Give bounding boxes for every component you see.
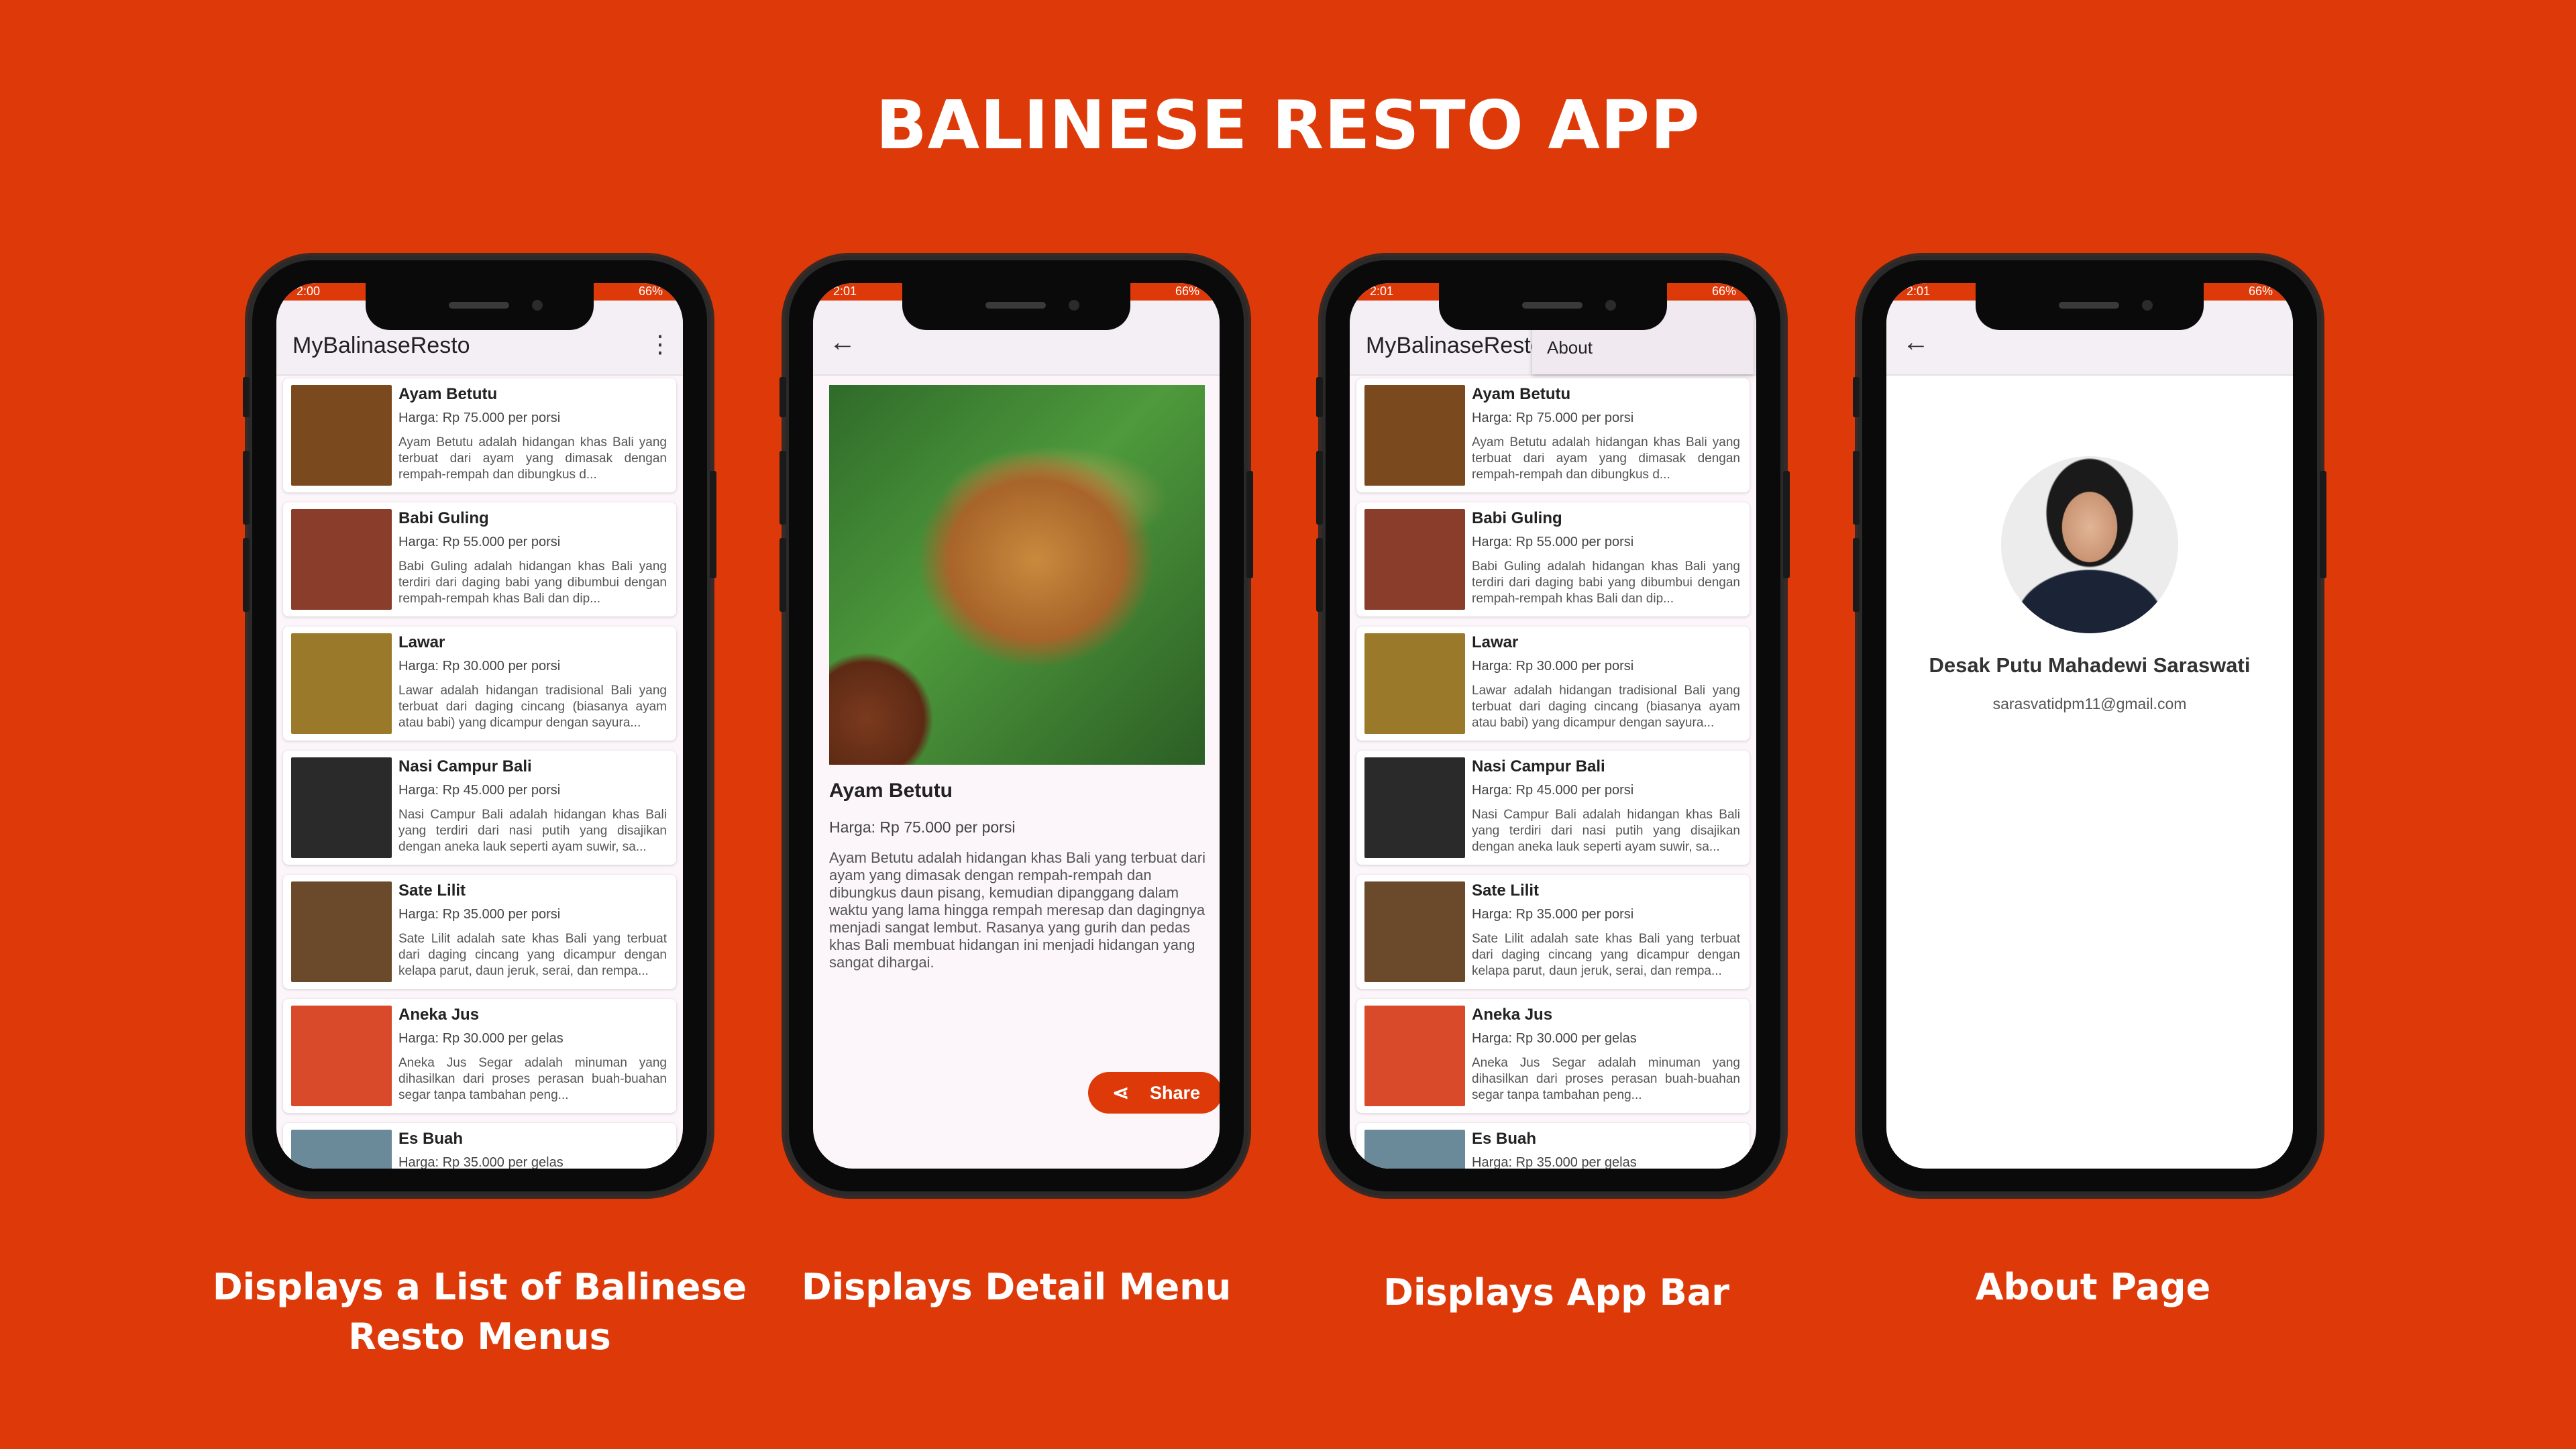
list-item[interactable]: Nasi Campur Bali Harga: Rp 45.000 per por… <box>1356 751 1750 865</box>
camera-notch <box>902 283 1130 330</box>
caption-appbar: Displays App Bar <box>1383 1271 1729 1313</box>
food-thumbnail <box>291 1130 392 1169</box>
caption-detail: Displays Detail Menu <box>801 1266 1232 1308</box>
list-item[interactable]: Aneka Jus Harga: Rp 30.000 per gelas Aneka… <box>1356 999 1750 1113</box>
camera-notch <box>1976 283 2204 330</box>
appbar-screen: 2:01 66% MyBalinaseResto About Ayam Betu… <box>1350 283 1756 1169</box>
food-thumbnail <box>291 385 392 486</box>
status-time: 2:01 <box>1370 284 1394 298</box>
list-item[interactable]: Aneka Jus Harga: Rp 30.000 per gelas Aneka… <box>283 999 676 1113</box>
detail-food-image <box>829 385 1205 765</box>
app-title: MyBalinaseResto <box>1366 333 1544 358</box>
list-item[interactable]: Lawar Harga: Rp 30.000 per porsi Lawar ada… <box>283 627 676 741</box>
food-thumbnail <box>291 881 392 982</box>
back-arrow-icon[interactable]: ← <box>829 327 856 358</box>
food-thumbnail <box>1364 509 1465 610</box>
overflow-menu-icon[interactable]: ⋮ <box>648 330 672 358</box>
menu-list[interactable]: Ayam Betutu Harga: Rp 75.000 per porsi Aya… <box>283 378 676 1169</box>
list-item[interactable]: Babi Guling Harga: Rp 55.000 per porsi Bab… <box>283 502 676 616</box>
battery-level: 66% <box>1175 284 1199 298</box>
camera-notch <box>1439 283 1667 330</box>
list-item[interactable]: Ayam Betutu Harga: Rp 75.000 per porsi Aya… <box>283 378 676 492</box>
detail-screen: 2:01 66% ← Ayam Betutu Harga: Rp 75.000 … <box>813 283 1220 1169</box>
caption-about: About Page <box>1975 1266 2211 1308</box>
food-thumbnail <box>291 509 392 610</box>
list-item[interactable]: Babi Guling Harga: Rp 55.000 per porsi Bab… <box>1356 502 1750 616</box>
list-item[interactable]: Es Buah Harga: Rp 35.000 per gelas <box>283 1123 676 1169</box>
phone-detail: 2:01 66% ← Ayam Betutu Harga: Rp 75.000 … <box>780 256 1253 1195</box>
list-item[interactable]: Sate Lilit Harga: Rp 35.000 per porsi Sate… <box>283 875 676 989</box>
share-button[interactable]: ⋖ Share <box>1088 1072 1220 1114</box>
back-arrow-icon[interactable]: ← <box>1902 327 1929 358</box>
food-thumbnail <box>291 633 392 734</box>
food-thumbnail <box>1364 1006 1465 1106</box>
status-time: 2:00 <box>297 284 321 298</box>
menu-list[interactable]: Ayam Betutu Harga: Rp 75.000 per porsi Aya… <box>1356 378 1750 1169</box>
share-icon: ⋖ <box>1112 1082 1130 1104</box>
phone-list: 2:00 66% MyBalinaseResto ⋮ Ayam Betutu Ha… <box>243 256 716 1195</box>
about-screen: 2:01 66% ← Desak Putu Mahadewi Saraswati… <box>1886 283 2293 1169</box>
food-thumbnail <box>1364 633 1465 734</box>
status-time: 2:01 <box>1907 284 1931 298</box>
list-item[interactable]: Es Buah Harga: Rp 35.000 per gelas <box>1356 1123 1750 1169</box>
battery-level: 66% <box>2248 284 2273 298</box>
battery-level: 66% <box>638 284 663 298</box>
page-title: BALINESE RESTO APP <box>875 86 1701 164</box>
food-thumbnail <box>1364 385 1465 486</box>
phone-appbar: 2:01 66% MyBalinaseResto About Ayam Betu… <box>1316 256 1790 1195</box>
food-thumbnail <box>291 1006 392 1106</box>
list-item[interactable]: Ayam Betutu Harga: Rp 75.000 per porsi Aya… <box>1356 378 1750 492</box>
status-time: 2:01 <box>833 284 857 298</box>
menu-item-about[interactable]: About <box>1547 337 1593 358</box>
detail-price: Harga: Rp 75.000 per porsi <box>829 818 1016 836</box>
list-item[interactable]: Nasi Campur Bali Harga: Rp 45.000 per por… <box>283 751 676 865</box>
app-title: MyBalinaseResto <box>292 333 470 358</box>
food-thumbnail <box>1364 1130 1465 1169</box>
list-item[interactable]: Lawar Harga: Rp 30.000 per porsi Lawar ada… <box>1356 627 1750 741</box>
profile-email: sarasvatidpm11@gmail.com <box>1992 695 2187 712</box>
list-item[interactable]: Sate Lilit Harga: Rp 35.000 per porsi Sate… <box>1356 875 1750 989</box>
profile-name: Desak Putu Mahadewi Saraswati <box>1929 653 2251 677</box>
battery-level: 66% <box>1711 284 1736 298</box>
detail-name: Ayam Betutu <box>829 780 953 802</box>
caption-list: Displays a List of Balinese Resto Menus <box>212 1266 747 1358</box>
food-thumbnail <box>1364 881 1465 982</box>
food-thumbnail <box>291 757 392 858</box>
food-thumbnail <box>1364 757 1465 858</box>
camera-notch <box>366 283 594 330</box>
phone-about: 2:01 66% ← Desak Putu Mahadewi Saraswati… <box>1853 256 2326 1195</box>
detail-description: Ayam Betutu adalah hidangan khas Bali ya… <box>829 849 1205 971</box>
avatar <box>2001 456 2178 633</box>
list-screen: 2:00 66% MyBalinaseResto ⋮ Ayam Betutu Ha… <box>276 283 683 1169</box>
